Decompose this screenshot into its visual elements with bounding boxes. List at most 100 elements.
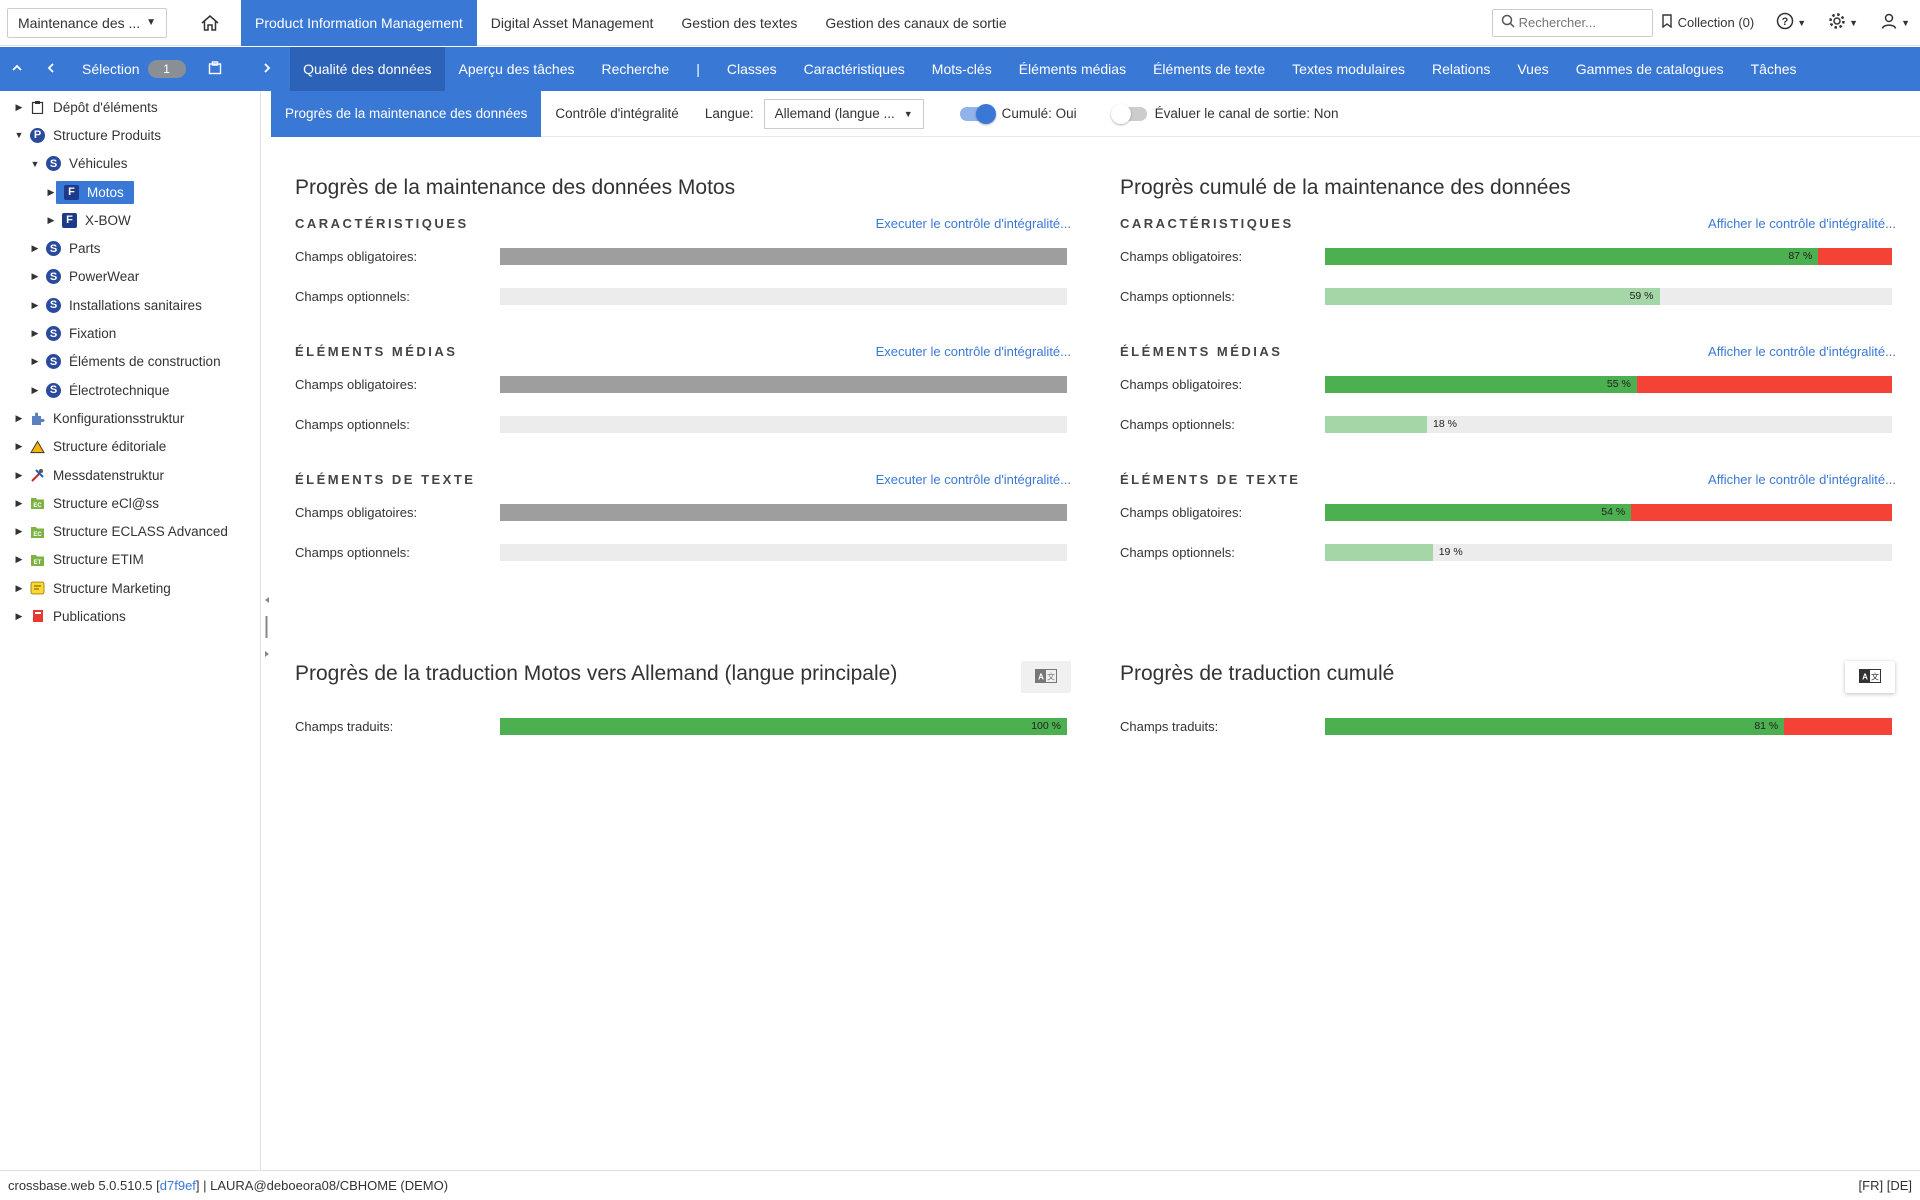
tree-item[interactable]: ▶ S Éléments de construction — [0, 348, 260, 376]
run-integrity-check-link[interactable]: Executer le contrôle d'intégralité... — [876, 344, 1071, 359]
tree-item[interactable]: ▶ F X-BOW — [0, 206, 260, 234]
sidebar-splitter[interactable] — [261, 91, 271, 1170]
tree-item-content[interactable]: Structure Marketing — [24, 579, 175, 598]
nav-item[interactable]: Textes modulaires — [1279, 47, 1419, 91]
language-switch[interactable]: [FR] [DE] — [1859, 1178, 1912, 1193]
search-input[interactable] — [1518, 15, 1639, 30]
app-tab[interactable]: Gestion des textes — [667, 0, 811, 46]
tree-item[interactable]: ▶ Konfigurationsstruktur — [0, 404, 260, 432]
tree-item-content[interactable]: S Installations sanitaires — [40, 296, 206, 315]
clipboard-button[interactable] — [198, 47, 232, 91]
collapsed-arrow-icon[interactable]: ▶ — [30, 328, 40, 339]
tree-item[interactable]: ▶ S PowerWear — [0, 263, 260, 291]
collapse-up-button[interactable] — [0, 47, 34, 91]
expanded-arrow-icon[interactable]: ▼ — [30, 159, 40, 169]
settings-menu-button[interactable]: ▼ — [1828, 12, 1858, 33]
tree-item-content[interactable]: Structure éditoriale — [24, 437, 170, 456]
tree-item[interactable]: ▶ Structure éditoriale — [0, 433, 260, 461]
nav-item[interactable]: Éléments médias — [1005, 47, 1139, 91]
tree-item-content[interactable]: P Structure Produits — [24, 126, 165, 145]
tree-item[interactable]: ▶ F Motos — [0, 178, 260, 206]
collapsed-arrow-icon[interactable]: ▶ — [14, 413, 24, 424]
collapsed-arrow-icon[interactable]: ▶ — [14, 526, 24, 537]
nav-item[interactable]: Caractéristiques — [790, 47, 918, 91]
collapsed-arrow-icon[interactable]: ▶ — [14, 470, 24, 481]
cumulated-translation-language-button[interactable]: A文 — [1845, 661, 1895, 693]
nav-item[interactable]: Qualité des données — [289, 47, 446, 91]
tree-item[interactable]: ▶ S Électrotechnique — [0, 376, 260, 404]
tree-item-content[interactable]: ET Structure ETIM — [24, 550, 148, 569]
module-select[interactable]: Maintenance des ... ▼ — [7, 7, 167, 38]
collapsed-arrow-icon[interactable]: ▶ — [30, 271, 40, 282]
nav-item[interactable]: Aperçu des tâches — [445, 47, 588, 91]
tree-item[interactable]: ▶ EC Structure ECLASS Advanced — [0, 517, 260, 545]
app-tab[interactable]: Digital Asset Management — [477, 0, 668, 46]
collapsed-arrow-icon[interactable]: ▶ — [14, 441, 24, 452]
cumulated-switch[interactable] — [959, 103, 996, 124]
collapsed-arrow-icon[interactable]: ▶ — [30, 300, 40, 311]
tree-item-content[interactable]: Konfigurationsstruktur — [24, 409, 188, 428]
help-menu-button[interactable]: ? ▼ — [1776, 12, 1806, 33]
collapsed-arrow-icon[interactable]: ▶ — [30, 356, 40, 367]
tree-item-content[interactable]: S Électrotechnique — [40, 381, 174, 400]
tree-item-content[interactable]: S Fixation — [40, 324, 120, 343]
nav-item[interactable]: Relations — [1418, 47, 1503, 91]
tree-item-content[interactable]: S Parts — [40, 239, 105, 258]
cumulated-toggle[interactable]: Cumulé: Oui — [959, 103, 1077, 124]
tab-maintenance-progress[interactable]: Progrès de la maintenance des données — [271, 90, 542, 137]
tree-item[interactable]: ▶ S Parts — [0, 234, 260, 262]
search-box[interactable] — [1491, 8, 1653, 37]
show-integrity-check-link[interactable]: Afficher le contrôle d'intégralité... — [1708, 344, 1896, 359]
tree-item[interactable]: ▶ Messdatenstruktur — [0, 461, 260, 489]
tab-integrity-check[interactable]: Contrôle d'intégralité — [541, 91, 692, 137]
tree-item[interactable]: ▶ Dépôt d'éléments — [0, 93, 260, 121]
collection-button[interactable]: Collection (0) — [1661, 14, 1754, 31]
collapsed-arrow-icon[interactable]: ▶ — [30, 385, 40, 396]
tree-item-content[interactable]: F Motos — [56, 180, 134, 204]
expanded-arrow-icon[interactable]: ▼ — [14, 130, 24, 140]
collapsed-arrow-icon[interactable]: ▶ — [30, 243, 40, 254]
tree-item-content[interactable]: F X-BOW — [56, 211, 135, 230]
nav-item[interactable]: Vues — [1504, 47, 1562, 91]
tree-item[interactable]: ▶ EC Structure eCl@ss — [0, 489, 260, 517]
nav-item[interactable]: Tâches — [1737, 47, 1810, 91]
tree-item[interactable]: ▶ Publications — [0, 602, 260, 630]
back-button[interactable] — [34, 47, 68, 91]
run-integrity-check-link[interactable]: Executer le contrôle d'intégralité... — [876, 472, 1071, 487]
run-integrity-check-link[interactable]: Executer le contrôle d'intégralité... — [876, 216, 1071, 231]
collapsed-arrow-icon[interactable]: ▶ — [46, 215, 56, 226]
user-menu-button[interactable]: ▼ — [1880, 12, 1910, 33]
tree-item-content[interactable]: Dépôt d'éléments — [24, 98, 162, 117]
collapsed-arrow-icon[interactable]: ▶ — [14, 611, 24, 622]
forward-button[interactable] — [250, 47, 284, 91]
tree-item[interactable]: ▶ Structure Marketing — [0, 574, 260, 602]
build-hash-link[interactable]: d7f9ef — [160, 1178, 196, 1193]
evaluate-channel-switch[interactable] — [1110, 103, 1147, 124]
tree-item-content[interactable]: EC Structure eCl@ss — [24, 494, 163, 513]
nav-item[interactable]: Gammes de catalogues — [1562, 47, 1737, 91]
home-icon[interactable] — [187, 0, 233, 46]
app-tab[interactable]: Product Information Management — [241, 0, 477, 46]
nav-item[interactable]: Classes — [713, 47, 790, 91]
tree-item[interactable]: ▼ P Structure Produits — [0, 121, 260, 149]
language-select[interactable]: Allemand (langue ... ▼ — [763, 98, 924, 129]
nav-item[interactable]: Recherche — [588, 47, 683, 91]
tree-item-content[interactable]: EC Structure ECLASS Advanced — [24, 522, 232, 541]
selection-indicator[interactable]: Sélection 1 — [82, 60, 186, 78]
tree-item[interactable]: ▶ S Fixation — [0, 319, 260, 347]
translation-language-button[interactable]: A文 — [1021, 661, 1071, 693]
show-integrity-check-link[interactable]: Afficher le contrôle d'intégralité... — [1708, 216, 1896, 231]
tree-item-content[interactable]: S PowerWear — [40, 267, 143, 286]
tree-item[interactable]: ▶ ET Structure ETIM — [0, 546, 260, 574]
app-tab[interactable]: Gestion des canaux de sortie — [811, 0, 1020, 46]
collapsed-arrow-icon[interactable]: ▶ — [14, 102, 24, 113]
tree-item-content[interactable]: Publications — [24, 607, 130, 626]
tree-item[interactable]: ▶ S Installations sanitaires — [0, 291, 260, 319]
collapsed-arrow-icon[interactable]: ▶ — [14, 498, 24, 509]
tree-item-content[interactable]: S Éléments de construction — [40, 352, 225, 371]
collapsed-arrow-icon[interactable]: ▶ — [46, 187, 56, 198]
show-integrity-check-link[interactable]: Afficher le contrôle d'intégralité... — [1708, 472, 1896, 487]
tree-item-content[interactable]: Messdatenstruktur — [24, 466, 168, 485]
collapsed-arrow-icon[interactable]: ▶ — [14, 554, 24, 565]
collapsed-arrow-icon[interactable]: ▶ — [14, 583, 24, 594]
